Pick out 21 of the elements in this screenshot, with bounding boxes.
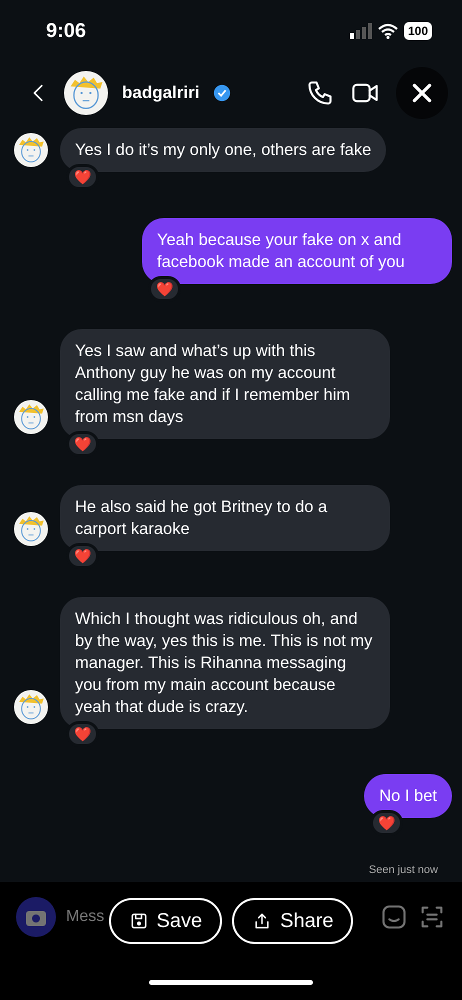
avatar-icon: [14, 690, 48, 724]
avatar-icon: [64, 71, 108, 115]
phone-icon[interactable]: [306, 79, 334, 107]
save-button[interactable]: Save: [108, 898, 222, 944]
reaction[interactable]: ❤: [66, 542, 99, 569]
battery-level: 100: [404, 22, 432, 40]
status-time: 9:06: [46, 20, 86, 42]
avatar-icon: [14, 400, 48, 434]
username[interactable]: badgalriri: [122, 83, 200, 103]
avatar-icon: [14, 512, 48, 546]
message-field[interactable]: Mess: [66, 908, 110, 926]
signal-icon: [350, 23, 372, 39]
share-button[interactable]: Share: [232, 898, 354, 944]
reaction[interactable]: ❤: [66, 164, 99, 190]
seen-status: Seen just now: [368, 864, 438, 876]
avatar-icon: [14, 133, 48, 167]
wifi-icon: [378, 23, 398, 39]
sticker-icon[interactable]: [380, 903, 408, 931]
reaction[interactable]: ❤: [66, 720, 99, 747]
reaction[interactable]: ❤: [148, 276, 181, 302]
save-icon[interactable]: [128, 911, 149, 931]
